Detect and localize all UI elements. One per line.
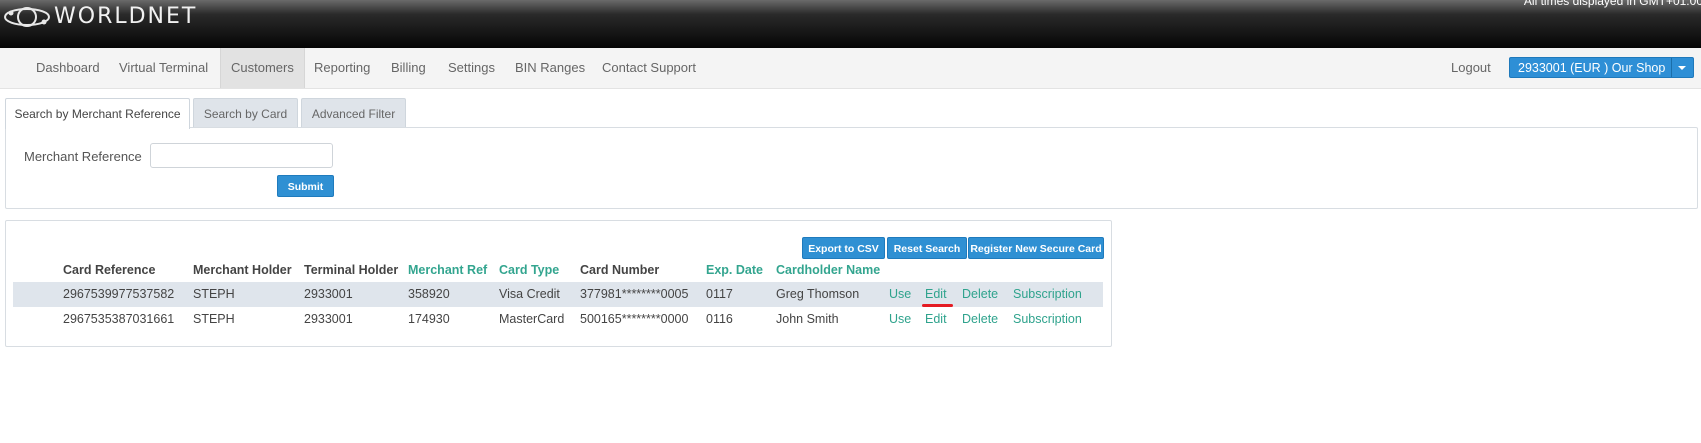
- cell-terminal-holder: 2933001: [304, 312, 353, 326]
- use-link[interactable]: Use: [889, 287, 911, 301]
- account-selector-dropdown[interactable]: 2933001 (EUR ) Our Shop: [1509, 57, 1694, 78]
- delete-link[interactable]: Delete: [962, 312, 998, 326]
- logo-text: WORLDNET: [54, 4, 198, 29]
- cell-card-reference: 2967539977537582: [63, 287, 175, 301]
- nav-virtual-terminal[interactable]: Virtual Terminal: [119, 48, 208, 88]
- nav-contact-support[interactable]: Contact Support: [602, 48, 696, 88]
- logout-link[interactable]: Logout: [1451, 48, 1491, 88]
- col-header-terminal-holder: Terminal Holder: [304, 263, 399, 277]
- dropdown-divider: [1671, 58, 1672, 77]
- nav-settings[interactable]: Settings: [448, 48, 495, 88]
- col-header-exp-date[interactable]: Exp. Date: [706, 263, 763, 277]
- submit-button[interactable]: Submit: [277, 175, 334, 197]
- cell-cardholder-name: John Smith: [776, 312, 839, 326]
- edit-link[interactable]: Edit: [925, 287, 947, 301]
- col-header-merchant-holder: Merchant Holder: [193, 263, 292, 277]
- globe-orbit-icon: [4, 7, 50, 27]
- cell-merchant-ref: 358920: [408, 287, 450, 301]
- caret-down-icon: [1678, 66, 1686, 70]
- col-header-cardholder-name[interactable]: Cardholder Name: [776, 263, 880, 277]
- export-to-csv-button[interactable]: Export to CSV: [802, 237, 885, 259]
- worldnet-logo: WORLDNET: [2, 3, 197, 31]
- cell-card-type: Visa Credit: [499, 287, 560, 301]
- cell-card-type: MasterCard: [499, 312, 565, 326]
- nav-dashboard[interactable]: Dashboard: [36, 48, 100, 88]
- subscription-link[interactable]: Subscription: [1013, 287, 1082, 301]
- nav-customers[interactable]: Customers: [220, 48, 305, 88]
- cell-terminal-holder: 2933001: [304, 287, 353, 301]
- cell-card-number: 377981********0005: [580, 287, 689, 301]
- cell-merchant-holder: STEPH: [193, 287, 235, 301]
- edit-link[interactable]: Edit: [925, 312, 947, 326]
- reset-search-button[interactable]: Reset Search: [887, 237, 967, 259]
- tab-search-by-card[interactable]: Search by Card: [193, 98, 298, 128]
- col-header-card-reference: Card Reference: [63, 263, 156, 277]
- cell-exp-date: 0117: [706, 287, 733, 301]
- cell-merchant-ref: 174930: [408, 312, 450, 326]
- cell-card-reference: 2967535387031661: [63, 312, 175, 326]
- col-header-card-number: Card Number: [580, 263, 660, 277]
- use-link[interactable]: Use: [889, 312, 911, 326]
- merchant-reference-input[interactable]: [150, 143, 333, 168]
- nav-bin-ranges[interactable]: BIN Ranges: [515, 48, 585, 88]
- col-header-merchant-ref[interactable]: Merchant Ref: [408, 263, 487, 277]
- cell-card-number: 500165********0000: [580, 312, 689, 326]
- subscription-link[interactable]: Subscription: [1013, 312, 1082, 326]
- timezone-note: All times displayed in GMT+01:00: [1523, 0, 1701, 8]
- merchant-reference-label: Merchant Reference: [24, 149, 142, 164]
- tab-search-by-merchant-reference[interactable]: Search by Merchant Reference: [5, 98, 190, 129]
- red-underline-annotation: [922, 304, 953, 307]
- account-selector-label: 2933001 (EUR ) Our Shop: [1518, 61, 1666, 75]
- cell-merchant-holder: STEPH: [193, 312, 235, 326]
- nav-billing[interactable]: Billing: [391, 48, 426, 88]
- delete-link[interactable]: Delete: [962, 287, 998, 301]
- cell-exp-date: 0116: [706, 312, 733, 326]
- nav-reporting[interactable]: Reporting: [314, 48, 370, 88]
- register-new-secure-card-button[interactable]: Register New Secure Card: [968, 237, 1104, 259]
- cell-cardholder-name: Greg Thomson: [776, 287, 860, 301]
- top-header-bar: WORLDNET All times displayed in GMT+01:0…: [0, 0, 1701, 48]
- col-header-card-type[interactable]: Card Type: [499, 263, 559, 277]
- tab-advanced-filter[interactable]: Advanced Filter: [301, 98, 406, 128]
- search-form-panel: [5, 127, 1698, 209]
